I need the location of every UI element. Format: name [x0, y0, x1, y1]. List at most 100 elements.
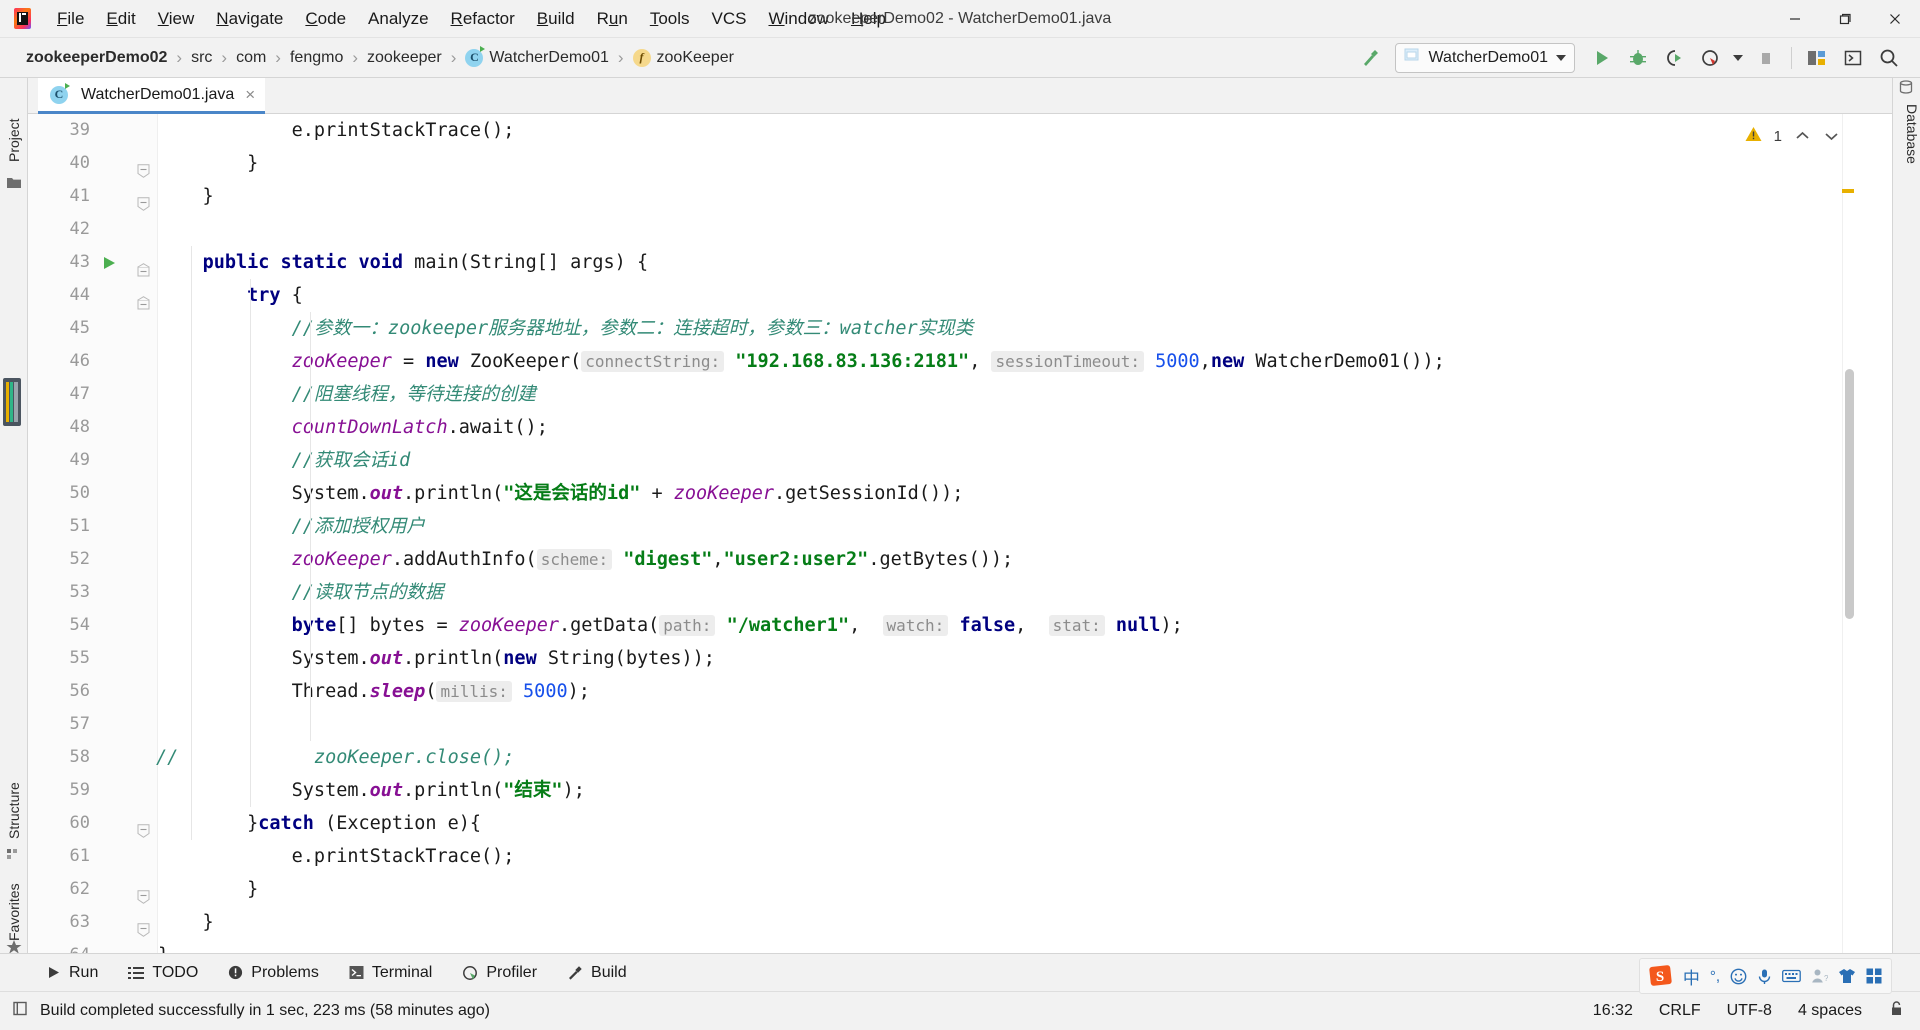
database-icon[interactable]: [1899, 80, 1913, 99]
code-line[interactable]: 41 }: [28, 180, 1892, 213]
menu-item-file[interactable]: File: [46, 5, 95, 33]
menu-item-view[interactable]: View: [147, 5, 206, 33]
project-folder-icon[interactable]: [7, 176, 21, 189]
profiler-icon[interactable]: [1693, 43, 1727, 73]
menu-item-run[interactable]: Run: [586, 5, 639, 33]
breadcrumb-item-zookeeperdemo02[interactable]: zookeeperDemo02: [22, 47, 171, 69]
fold-marker[interactable]: [136, 916, 151, 937]
sidebar-item-project[interactable]: Project: [0, 84, 28, 168]
punctuation-icon[interactable]: °,: [1710, 968, 1720, 985]
voice-input-icon[interactable]: [1757, 968, 1772, 985]
run-with-coverage-icon[interactable]: [1657, 43, 1691, 73]
code-line[interactable]: 45 //参数一：zookeeper服务器地址，参数二：连接超时，参数三：wat…: [28, 312, 1892, 345]
user-icon[interactable]: ?: [1811, 968, 1828, 984]
tool-strip-handle[interactable]: [3, 378, 21, 426]
code-line[interactable]: 64}: [28, 939, 1892, 953]
breadcrumb-item-zookeeper[interactable]: zookeeper: [363, 47, 446, 69]
code-line[interactable]: 46 zooKeeper = new ZooKeeper(connectStri…: [28, 345, 1892, 378]
breadcrumb-item-watcherdemo01[interactable]: C WatcherDemo01: [461, 45, 612, 69]
debug-icon[interactable]: [1621, 43, 1655, 73]
editor-scrollbar-thumb[interactable]: [1845, 369, 1854, 619]
menu-item-help[interactable]: Help: [840, 5, 897, 33]
fold-marker[interactable]: [136, 883, 151, 904]
breadcrumb-item-fengmo[interactable]: fengmo: [286, 47, 347, 69]
fold-marker[interactable]: [136, 289, 151, 310]
sogou-logo-icon[interactable]: S: [1649, 964, 1673, 988]
gutter-run-icon[interactable]: [104, 257, 115, 269]
code-line[interactable]: 58// zooKeeper.close();: [28, 741, 1892, 774]
code-line[interactable]: 55 System.out.println(new String(bytes))…: [28, 642, 1892, 675]
stop-icon[interactable]: [1749, 43, 1783, 73]
emoji-icon[interactable]: [1730, 968, 1747, 985]
terminal-icon[interactable]: [1836, 43, 1870, 73]
code-line[interactable]: 39 e.printStackTrace();: [28, 114, 1892, 147]
code-line[interactable]: 51 //添加授权用户: [28, 510, 1892, 543]
warning-stripe-mark[interactable]: [1842, 189, 1854, 193]
project-structure-icon[interactable]: [1800, 43, 1834, 73]
code-line[interactable]: 47 //阻塞线程，等待连接的创建: [28, 378, 1892, 411]
status-indent[interactable]: 4 spaces: [1798, 1002, 1862, 1020]
minimize-button[interactable]: [1770, 0, 1820, 38]
fold-marker[interactable]: [136, 817, 151, 838]
code-line[interactable]: 60 }catch (Exception e){: [28, 807, 1892, 840]
fold-marker[interactable]: [136, 157, 151, 178]
code-line[interactable]: 53 //读取节点的数据: [28, 576, 1892, 609]
search-everywhere-icon[interactable]: [1872, 43, 1906, 73]
menu-item-build[interactable]: Build: [526, 5, 586, 33]
tool-window-button-run[interactable]: Run: [32, 958, 112, 988]
editor-tab-watcherdemo01[interactable]: C WatcherDemo01.java ×: [38, 78, 266, 114]
fold-marker[interactable]: [136, 256, 151, 277]
code-line[interactable]: 49 //获取会话id: [28, 444, 1892, 477]
code-line[interactable]: 56 Thread.sleep(millis: 5000);: [28, 675, 1892, 708]
tool-window-button-build[interactable]: Build: [553, 958, 641, 988]
menu-item-edit[interactable]: Edit: [95, 5, 146, 33]
chevron-down-icon[interactable]: [1556, 54, 1566, 61]
tool-window-button-profiler[interactable]: Profiler: [448, 958, 551, 988]
skin-icon[interactable]: [1838, 968, 1856, 984]
breadcrumb-item-src[interactable]: src: [187, 47, 216, 69]
code-line[interactable]: 42: [28, 213, 1892, 246]
menu-item-window[interactable]: Window: [757, 5, 839, 33]
code-line[interactable]: 52 zooKeeper.addAuthInfo(scheme: "digest…: [28, 543, 1892, 576]
code-line[interactable]: 50 System.out.println("这是会话的id" + zooKee…: [28, 477, 1892, 510]
code-line[interactable]: 48 countDownLatch.await();: [28, 411, 1892, 444]
breadcrumb-item-com[interactable]: com: [232, 47, 270, 69]
sidebar-item-database[interactable]: Database: [1892, 84, 1920, 184]
code-line[interactable]: 54 byte[] bytes = zooKeeper.getData(path…: [28, 609, 1892, 642]
menu-item-code[interactable]: Code: [294, 5, 357, 33]
code-line[interactable]: 44 try {: [28, 279, 1892, 312]
sogou-ime-bar[interactable]: S 中 °, ?: [1638, 958, 1892, 994]
menu-item-analyze[interactable]: Analyze: [357, 5, 439, 33]
close-button[interactable]: [1870, 0, 1920, 38]
code-line[interactable]: 61 e.printStackTrace();: [28, 840, 1892, 873]
close-icon[interactable]: ×: [245, 85, 255, 105]
run-icon[interactable]: [1585, 43, 1619, 73]
profiler-chevron-down-icon[interactable]: [1729, 43, 1747, 73]
code-line[interactable]: 43 public static void main(String[] args…: [28, 246, 1892, 279]
menu-item-tools[interactable]: Tools: [639, 5, 701, 33]
chinese-mode-icon[interactable]: 中: [1683, 964, 1700, 989]
hammer-icon[interactable]: [1353, 43, 1387, 73]
toolbox-icon[interactable]: [1866, 968, 1882, 984]
restore-button[interactable]: [1820, 0, 1870, 38]
chevron-up-icon[interactable]: [1794, 127, 1811, 147]
code-editor[interactable]: 39 e.printStackTrace(); 40 } 41 } 42 43 publ…: [28, 114, 1892, 953]
menu-item-refactor[interactable]: Refactor: [440, 5, 526, 33]
menu-item-vcs[interactable]: VCS: [701, 5, 758, 33]
status-line-separator[interactable]: CRLF: [1659, 1002, 1701, 1020]
tool-window-button-todo[interactable]: TODO: [114, 958, 212, 988]
code-line[interactable]: 59 System.out.println("结束");: [28, 774, 1892, 807]
code-line[interactable]: 40 }: [28, 147, 1892, 180]
code-line[interactable]: 62 }: [28, 873, 1892, 906]
sidebar-item-favorites[interactable]: Favorites: [0, 851, 28, 947]
code-line[interactable]: 63 }: [28, 906, 1892, 939]
run-configuration-selector[interactable]: WatcherDemo01: [1394, 42, 1575, 73]
chevron-down-icon[interactable]: [1823, 127, 1840, 147]
unlocked-icon[interactable]: [1888, 1000, 1904, 1022]
soft-keyboard-icon[interactable]: [1782, 969, 1801, 983]
menu-item-navigate[interactable]: Navigate: [205, 5, 294, 33]
status-encoding[interactable]: UTF-8: [1727, 1002, 1772, 1020]
tool-window-button-terminal[interactable]: Terminal: [335, 958, 446, 988]
sidebar-item-structure[interactable]: Structure: [0, 749, 28, 845]
tool-window-button-problems[interactable]: Problems: [214, 958, 333, 988]
